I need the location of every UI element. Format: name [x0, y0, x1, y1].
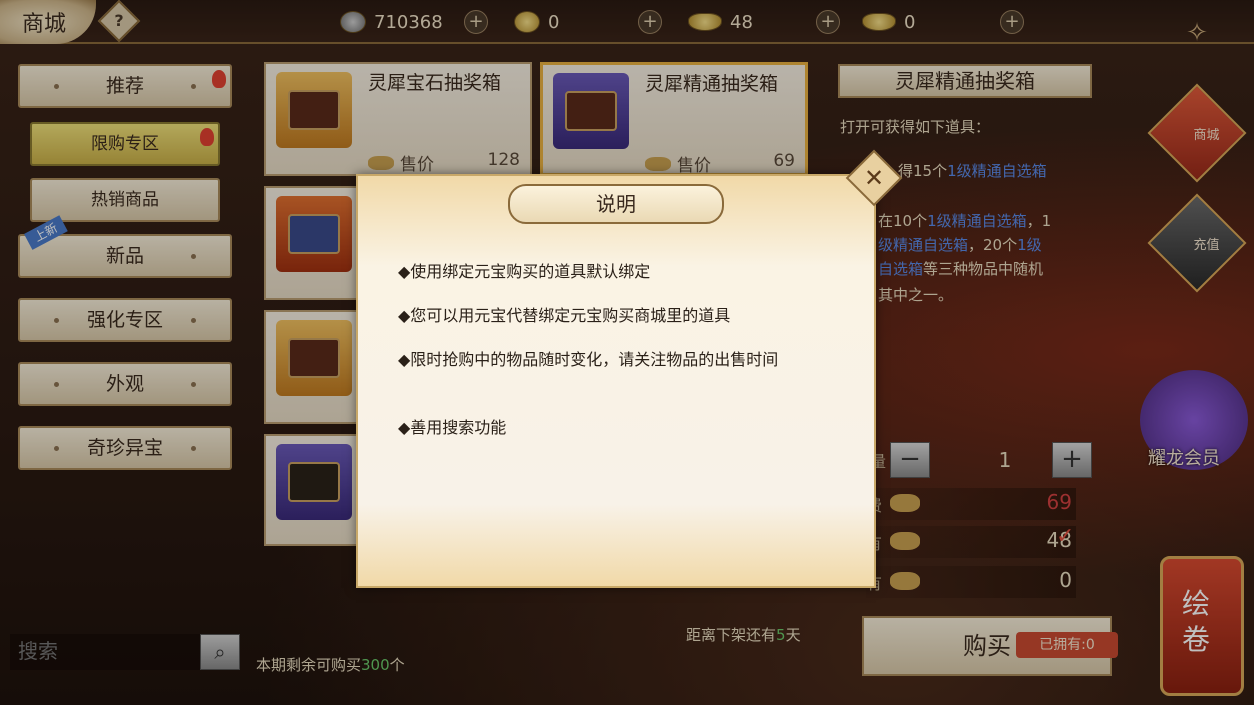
dialog-rule: ◆您可以用元宝代替绑定元宝购买商城里的道具 [398, 306, 731, 325]
info-dialog: 说明 ✕ ◆使用绑定元宝购买的道具默认绑定 ◆您可以用元宝代替绑定元宝购买商城里… [356, 149, 903, 588]
dialog-rule: ◆使用绑定元宝购买的道具默认绑定 [398, 262, 651, 281]
dialog-rule: ◆限时抢购中的物品随时变化，请关注物品的出售时间 [398, 350, 779, 369]
close-icon: ✕ [863, 164, 885, 192]
dialog-title: 说明 [508, 184, 724, 224]
dialog-rule: ◆善用搜索功能 [398, 418, 507, 437]
